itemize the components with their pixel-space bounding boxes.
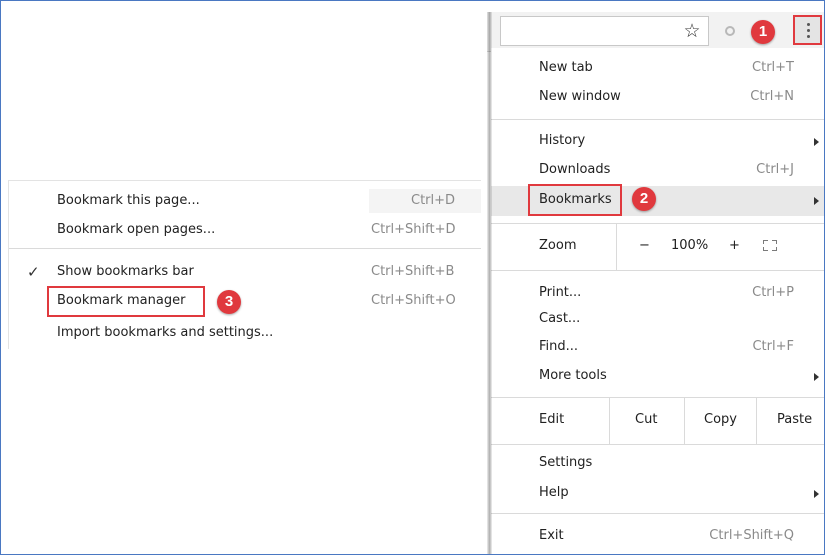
submenu-item-shortcut: Ctrl+Shift+D xyxy=(371,222,456,237)
menu-separator xyxy=(491,444,825,445)
submenu-arrow-icon xyxy=(814,373,819,381)
menu-item-shortcut: Ctrl+J xyxy=(756,162,794,177)
star-icon[interactable]: ☆ xyxy=(681,20,703,42)
menu-row-zoom: Zoom − 100% + xyxy=(491,224,825,270)
menu-item-label: Cast... xyxy=(539,311,581,326)
highlight-bookmarks xyxy=(528,184,622,216)
menu-item-shortcut: Ctrl+T xyxy=(752,60,794,75)
menu-item-label: Find... xyxy=(539,339,579,354)
menu-item-shortcut: Ctrl+P xyxy=(752,285,794,300)
menu-item-help[interactable]: Help xyxy=(491,479,825,509)
menu-item-new-tab[interactable]: New tab Ctrl+T xyxy=(491,54,825,84)
menu-item-label: Help xyxy=(539,485,569,500)
zoom-out-button[interactable]: − xyxy=(639,238,650,253)
submenu-separator xyxy=(9,248,481,249)
menu-item-history[interactable]: History xyxy=(491,127,825,157)
zoom-label: Zoom xyxy=(539,238,577,253)
submenu-item-shortcut: Ctrl+D xyxy=(411,193,456,208)
copy-button[interactable]: Copy xyxy=(704,412,737,427)
submenu-item-label: Bookmark open pages... xyxy=(57,222,216,237)
zoom-level: 100% xyxy=(671,238,709,253)
submenu-item-import[interactable]: Import bookmarks and settings... xyxy=(9,321,481,345)
menu-item-settings[interactable]: Settings xyxy=(491,449,825,479)
edit-divider xyxy=(609,398,610,444)
edit-divider xyxy=(756,398,757,444)
menu-item-shortcut: Ctrl+Shift+Q xyxy=(709,528,794,543)
submenu-item-label: Bookmark this page... xyxy=(57,193,200,208)
menu-item-label: Downloads xyxy=(539,162,611,177)
highlight-bookmark-manager xyxy=(47,286,205,317)
menu-item-label: Settings xyxy=(539,455,593,470)
menu-item-label: Exit xyxy=(539,528,564,543)
menu-item-label: New tab xyxy=(539,60,593,75)
submenu-item-shortcut: Ctrl+Shift+B xyxy=(371,264,455,279)
menu-item-more-tools[interactable]: More tools xyxy=(491,362,825,392)
menu-item-shortcut: Ctrl+F xyxy=(752,339,794,354)
menu-item-label: New window xyxy=(539,89,621,104)
zoom-in-button[interactable]: + xyxy=(729,238,740,253)
check-icon: ✓ xyxy=(27,263,40,281)
menu-item-shortcut: Ctrl+N xyxy=(750,89,794,104)
chrome-main-menu: New tab Ctrl+T New window Ctrl+N History… xyxy=(491,48,825,555)
bookmarks-submenu: Bookmark this page... Ctrl+D Bookmark op… xyxy=(8,180,481,349)
menu-item-cast[interactable]: Cast... xyxy=(491,305,825,335)
fullscreen-icon[interactable] xyxy=(763,240,777,251)
submenu-arrow-icon xyxy=(814,490,819,498)
edit-label: Edit xyxy=(539,412,565,427)
menu-separator xyxy=(491,513,825,514)
menu-item-label: History xyxy=(539,133,586,148)
submenu-item-show-bookmarks-bar[interactable]: ✓ Show bookmarks bar Ctrl+Shift+B xyxy=(9,260,481,284)
extension-icon[interactable] xyxy=(725,26,735,36)
callout-2: 2 xyxy=(632,187,656,211)
submenu-arrow-icon xyxy=(814,138,819,146)
submenu-arrow-icon xyxy=(814,197,819,205)
menu-row-edit: Edit Cut Copy Paste xyxy=(491,398,825,444)
chrome-menu-button[interactable] xyxy=(793,15,822,45)
menu-separator xyxy=(491,119,825,120)
menu-item-label: Print... xyxy=(539,285,582,300)
cut-button[interactable]: Cut xyxy=(635,412,657,427)
menu-separator xyxy=(491,270,825,271)
submenu-item-bookmark-open-pages[interactable]: Bookmark open pages... Ctrl+Shift+D xyxy=(9,218,481,242)
address-bar[interactable] xyxy=(500,16,709,46)
menu-shadow xyxy=(487,12,492,555)
menu-item-downloads[interactable]: Downloads Ctrl+J xyxy=(491,156,825,186)
paste-button[interactable]: Paste xyxy=(777,412,812,427)
menu-item-label: More tools xyxy=(539,368,607,383)
zoom-divider xyxy=(616,224,617,270)
menu-item-exit[interactable]: Exit Ctrl+Shift+Q xyxy=(491,522,825,552)
submenu-item-label: Import bookmarks and settings... xyxy=(57,325,274,340)
callout-3: 3 xyxy=(217,290,241,314)
submenu-item-shortcut: Ctrl+Shift+O xyxy=(371,293,456,308)
submenu-item-label: Show bookmarks bar xyxy=(57,264,194,279)
menu-item-new-window[interactable]: New window Ctrl+N xyxy=(491,83,825,113)
menu-item-find[interactable]: Find... Ctrl+F xyxy=(491,333,825,363)
submenu-item-bookmark-this-page[interactable]: Bookmark this page... Ctrl+D xyxy=(9,189,481,213)
callout-1: 1 xyxy=(751,20,775,44)
edit-divider xyxy=(684,398,685,444)
